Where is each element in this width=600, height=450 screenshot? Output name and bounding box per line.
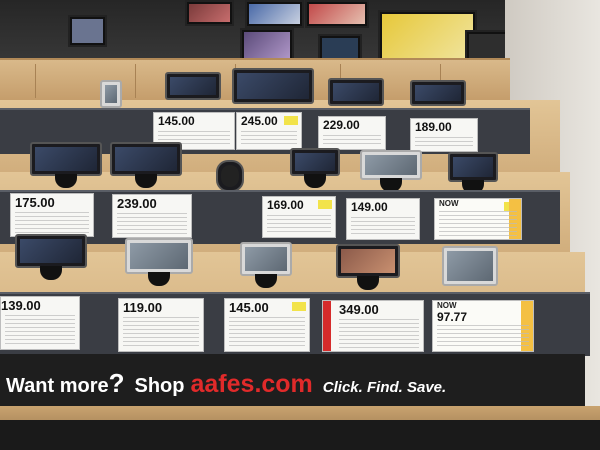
banner-shop: Shop: [134, 375, 185, 397]
price-value: 97.77: [437, 310, 468, 324]
gps-device[interactable]: [410, 80, 466, 106]
price-value: 119.00: [123, 300, 163, 315]
price-tag: 145.00: [224, 298, 310, 352]
gps-device[interactable]: [125, 238, 193, 286]
price-value: 175.00: [15, 195, 55, 210]
price-tag: NOW: [434, 198, 522, 240]
gps-device[interactable]: [30, 142, 102, 188]
price-value: 189.00: [415, 120, 452, 134]
price-value: 149.00: [351, 200, 388, 214]
price-value: 239.00: [117, 196, 157, 211]
tv-screen: [245, 0, 304, 28]
banner-question-mark: ?: [108, 368, 125, 398]
floor: [0, 420, 600, 450]
gps-mount: [100, 80, 122, 108]
gps-device[interactable]: [448, 152, 498, 194]
banner-want-more: Want more: [6, 375, 109, 397]
price-value: 145.00: [229, 300, 269, 315]
gps-device[interactable]: [360, 150, 422, 192]
gps-device[interactable]: [240, 242, 292, 288]
banner-site: aafes.com: [190, 370, 313, 398]
price-value: 139.00: [1, 298, 41, 313]
gps-device[interactable]: [290, 148, 340, 188]
gps-device[interactable]: [442, 246, 498, 286]
brand-strip: [323, 301, 331, 351]
price-tag: 169.00: [262, 196, 336, 238]
price-now-label: NOW: [437, 301, 457, 310]
price-tag: 349.00: [322, 300, 424, 352]
banner-tagline: Click. Find. Save.: [322, 379, 447, 396]
price-tag: 245.00: [236, 112, 302, 150]
gps-device[interactable]: [232, 68, 314, 104]
gps-device[interactable]: [15, 234, 87, 280]
tv-screen: [305, 0, 369, 28]
gps-device[interactable]: [336, 244, 400, 290]
gps-device[interactable]: [328, 78, 384, 106]
price-tag: 229.00: [318, 116, 386, 150]
sale-badge: [284, 116, 298, 125]
gps-mount: [216, 160, 244, 192]
tv-screen: [68, 15, 107, 47]
sale-badge: [318, 200, 332, 209]
price-tag: 189.00: [410, 118, 478, 152]
price-value: 245.00: [241, 114, 278, 128]
gps-device[interactable]: [110, 142, 182, 188]
price-value: 229.00: [323, 118, 360, 132]
price-tag: 139.00: [0, 296, 80, 350]
price-value: 349.00: [339, 302, 379, 317]
tv-screen: [185, 0, 234, 26]
price-value: 169.00: [267, 198, 304, 212]
promo-banner: Want more? Shop aafes.com Click. Find. Save…: [0, 354, 585, 406]
price-tag: 175.00: [10, 193, 94, 237]
price-value: 145.00: [158, 114, 195, 128]
banner-slogan: Want more? Shop aafes.com Click. Find. Save…: [6, 368, 446, 399]
store-display-scene: 145.00 245.00 229.00 189.00 175.00 239.0…: [0, 0, 600, 450]
gps-device[interactable]: [165, 72, 221, 100]
sale-badge: [292, 302, 306, 311]
price-tag: 239.00: [112, 194, 192, 238]
price-now-label: NOW: [439, 199, 459, 208]
price-tag: 119.00: [118, 298, 204, 352]
price-tag: 149.00: [346, 198, 420, 240]
price-tag: NOW 97.77: [432, 300, 534, 352]
